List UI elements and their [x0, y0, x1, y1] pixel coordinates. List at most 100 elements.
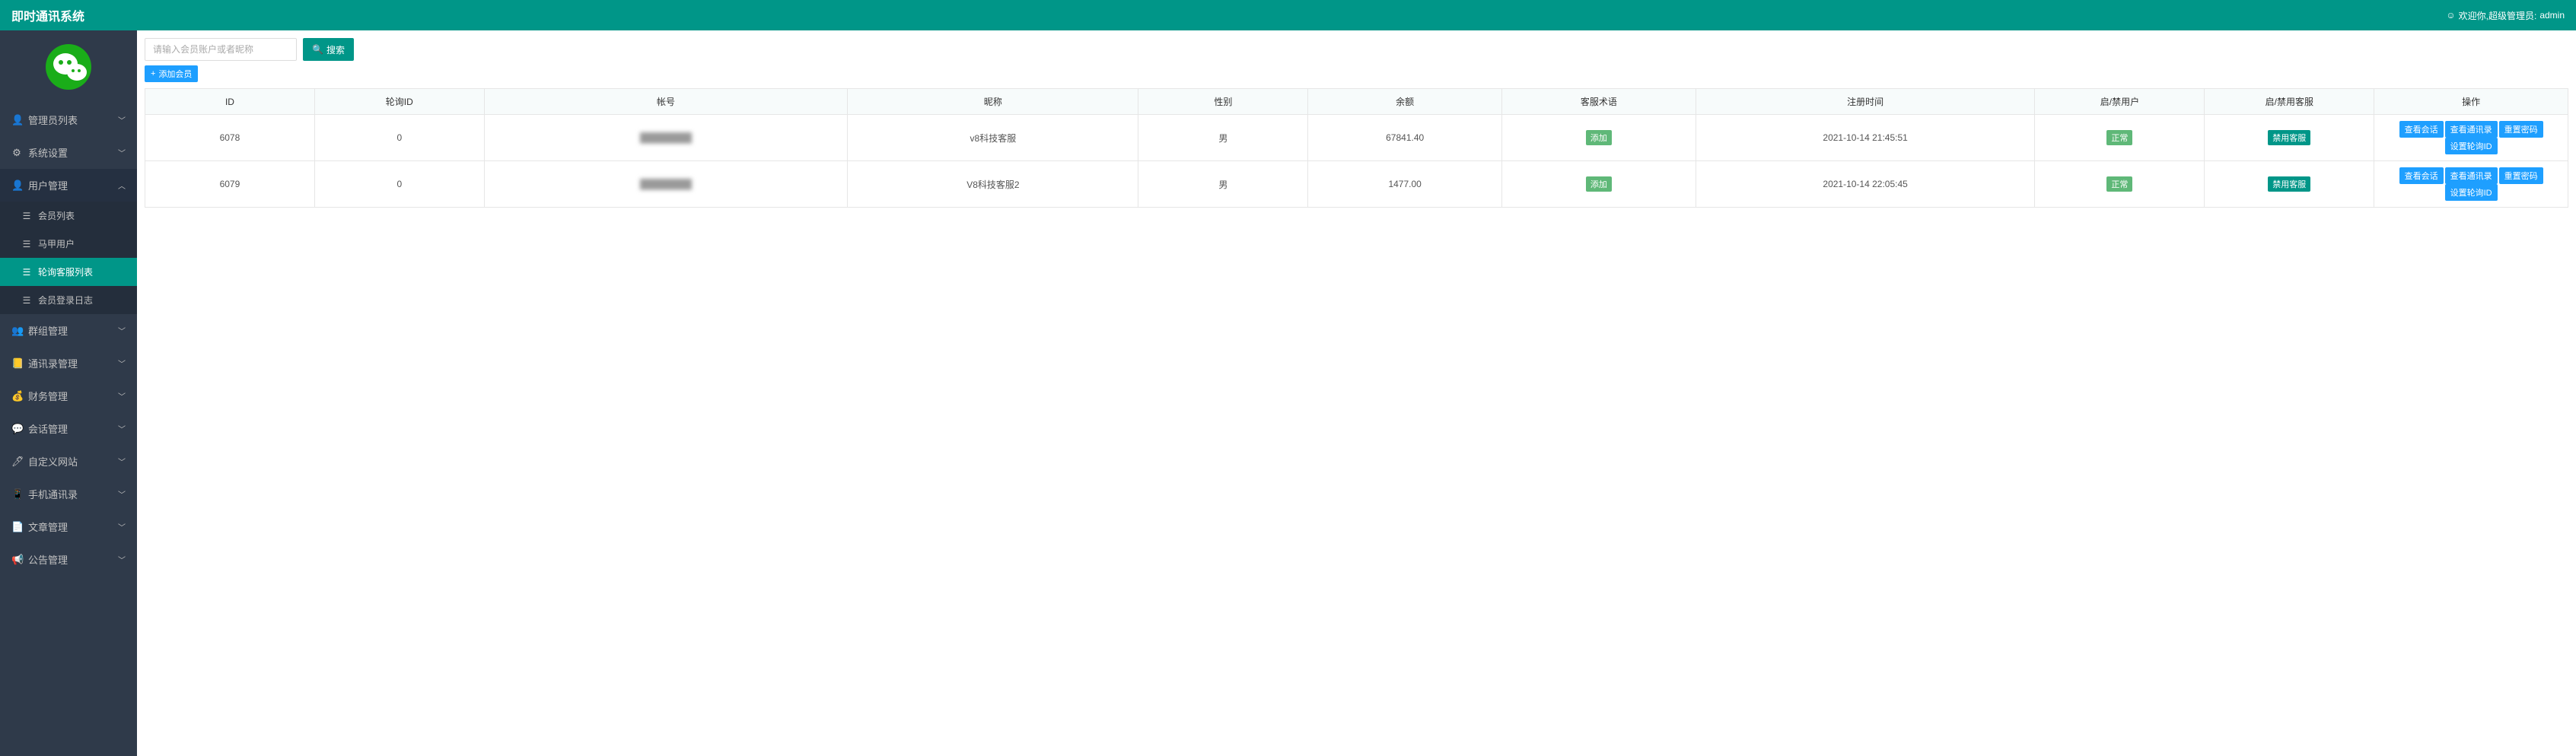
cell-account: ████████: [484, 161, 848, 208]
chevron-down-icon: ﹀: [118, 390, 126, 402]
cell-terms: 添加: [1502, 115, 1696, 161]
user-status-badge[interactable]: 正常: [2106, 176, 2132, 192]
chevron-down-icon: ﹀: [118, 554, 126, 565]
th-user-status: 启/禁用户: [2035, 89, 2205, 115]
sidebar-item-article-mgmt[interactable]: 📄文章管理 ﹀: [0, 510, 137, 543]
smile-icon: ☺: [2446, 10, 2455, 21]
main-content: 🔍 搜索 + 添加会员 ID 轮询ID 帐号 昵称 性别 余额 客服术语: [137, 30, 2576, 756]
list-icon: ☰: [21, 239, 32, 249]
chevron-down-icon: ﹀: [118, 488, 126, 500]
mobile-icon: 📱: [11, 488, 22, 500]
user-icon: 👤: [11, 179, 22, 192]
doc-icon: 📄: [11, 521, 22, 533]
op-button[interactable]: 查看通讯录: [2445, 121, 2498, 138]
sidebar-item-user-mgmt[interactable]: 👤用户管理 ︿: [0, 169, 137, 202]
terms-badge[interactable]: 添加: [1586, 176, 1612, 192]
th-ops: 操作: [2374, 89, 2568, 115]
user-status-badge[interactable]: 正常: [2106, 130, 2132, 145]
th-terms: 客服术语: [1502, 89, 1696, 115]
announce-icon: 📢: [11, 554, 22, 566]
user-icon: 👤: [11, 114, 22, 126]
th-account: 帐号: [484, 89, 848, 115]
sidebar-item-mobile-contacts[interactable]: 📱手机通讯录 ﹀: [0, 478, 137, 510]
submenu-login-log[interactable]: ☰会员登录日志: [0, 286, 137, 314]
chevron-down-icon: ﹀: [118, 521, 126, 532]
list-icon: ☰: [21, 267, 32, 278]
th-gender: 性别: [1138, 89, 1308, 115]
cell-reg-time: 2021-10-14 21:45:51: [1696, 115, 2035, 161]
cell-account: ████████: [484, 115, 848, 161]
cell-wheel-id: 0: [314, 115, 484, 161]
cell-balance: 1477.00: [1308, 161, 1502, 208]
th-nickname: 昵称: [848, 89, 1138, 115]
op-button[interactable]: 设置轮询ID: [2445, 138, 2498, 154]
terms-badge[interactable]: 添加: [1586, 130, 1612, 145]
service-status-badge[interactable]: 禁用客服: [2268, 176, 2310, 192]
list-icon: ☰: [21, 211, 32, 221]
sidebar-item-notice-mgmt[interactable]: 📢公告管理 ﹀: [0, 543, 137, 576]
submenu-user-mgmt: ☰会员列表 ☰马甲用户 ☰轮询客服列表 ☰会员登录日志: [0, 202, 137, 314]
op-button[interactable]: 重置密码: [2499, 121, 2543, 138]
th-wheel-id: 轮询ID: [314, 89, 484, 115]
sidebar-item-finance-mgmt[interactable]: 💰财务管理 ﹀: [0, 380, 137, 412]
logo: [0, 30, 137, 103]
search-icon: 🔍: [312, 44, 323, 55]
cell-id: 6078: [145, 115, 315, 161]
money-icon: 💰: [11, 390, 22, 402]
cell-nickname: V8科技客服2: [848, 161, 1138, 208]
sidebar-item-custom-site[interactable]: 🖊自定义网站 ﹀: [0, 445, 137, 478]
group-icon: 👥: [11, 325, 22, 337]
th-id: ID: [145, 89, 315, 115]
search-input[interactable]: [145, 38, 297, 61]
app-header: 即时通讯系统 ☺ 欢迎你,超级管理员:admin: [0, 0, 2576, 30]
sidebar-item-contacts-mgmt[interactable]: 📒通讯录管理 ﹀: [0, 347, 137, 380]
cell-ops: 查看会话查看通讯录重置密码设置轮询ID: [2374, 115, 2568, 161]
cell-user-status: 正常: [2035, 115, 2205, 161]
edit-icon: 🖊: [11, 456, 22, 468]
sidebar: 👤管理员列表 ﹀ ⚙系统设置 ﹀ 👤用户管理 ︿ ☰会员列表 ☰马甲用户 ☰轮询…: [0, 30, 137, 756]
chevron-down-icon: ﹀: [118, 456, 126, 467]
cell-service-status: 禁用客服: [2205, 115, 2374, 161]
sidebar-item-group-mgmt[interactable]: 👥群组管理 ﹀: [0, 314, 137, 347]
table-header-row: ID 轮询ID 帐号 昵称 性别 余额 客服术语 注册时间 启/禁用户 启/禁用…: [145, 89, 2568, 115]
app-title: 即时通讯系统: [11, 6, 84, 24]
submenu-poll-service[interactable]: ☰轮询客服列表: [0, 258, 137, 286]
th-reg-time: 注册时间: [1696, 89, 2035, 115]
chat-icon: 💬: [11, 423, 22, 435]
submenu-member-list[interactable]: ☰会员列表: [0, 202, 137, 230]
sidebar-item-session-mgmt[interactable]: 💬会话管理 ﹀: [0, 412, 137, 445]
th-service-status: 启/禁用客服: [2205, 89, 2374, 115]
search-button[interactable]: 🔍 搜索: [303, 38, 354, 61]
service-status-badge[interactable]: 禁用客服: [2268, 130, 2310, 145]
table-row: 60780████████v8科技客服男67841.40添加2021-10-14…: [145, 115, 2568, 161]
op-button[interactable]: 查看通讯录: [2445, 167, 2498, 184]
cell-user-status: 正常: [2035, 161, 2205, 208]
op-button[interactable]: 重置密码: [2499, 167, 2543, 184]
cell-id: 6079: [145, 161, 315, 208]
op-button[interactable]: 设置轮询ID: [2445, 184, 2498, 201]
cell-terms: 添加: [1502, 161, 1696, 208]
sidebar-item-admin-list[interactable]: 👤管理员列表 ﹀: [0, 103, 137, 136]
chevron-down-icon: ﹀: [118, 147, 126, 158]
add-member-button[interactable]: + 添加会员: [145, 65, 198, 82]
toolbar: 🔍 搜索: [145, 38, 2568, 61]
cell-reg-time: 2021-10-14 22:05:45: [1696, 161, 2035, 208]
op-button[interactable]: 查看会话: [2399, 167, 2444, 184]
welcome-text: ☺ 欢迎你,超级管理员:admin: [2446, 9, 2565, 22]
submenu-vest-user[interactable]: ☰马甲用户: [0, 230, 137, 258]
member-table: ID 轮询ID 帐号 昵称 性别 余额 客服术语 注册时间 启/禁用户 启/禁用…: [145, 88, 2568, 208]
chevron-down-icon: ﹀: [118, 357, 126, 369]
cell-balance: 67841.40: [1308, 115, 1502, 161]
cell-service-status: 禁用客服: [2205, 161, 2374, 208]
sidebar-item-system-settings[interactable]: ⚙系统设置 ﹀: [0, 136, 137, 169]
th-balance: 余额: [1308, 89, 1502, 115]
book-icon: 📒: [11, 357, 22, 370]
gear-icon: ⚙: [11, 147, 22, 159]
op-button[interactable]: 查看会话: [2399, 121, 2444, 138]
cell-ops: 查看会话查看通讯录重置密码设置轮询ID: [2374, 161, 2568, 208]
table-row: 60790████████V8科技客服2男1477.00添加2021-10-14…: [145, 161, 2568, 208]
chevron-down-icon: ﹀: [118, 114, 126, 125]
chevron-down-icon: ﹀: [118, 423, 126, 434]
cell-nickname: v8科技客服: [848, 115, 1138, 161]
list-icon: ☰: [21, 295, 32, 306]
